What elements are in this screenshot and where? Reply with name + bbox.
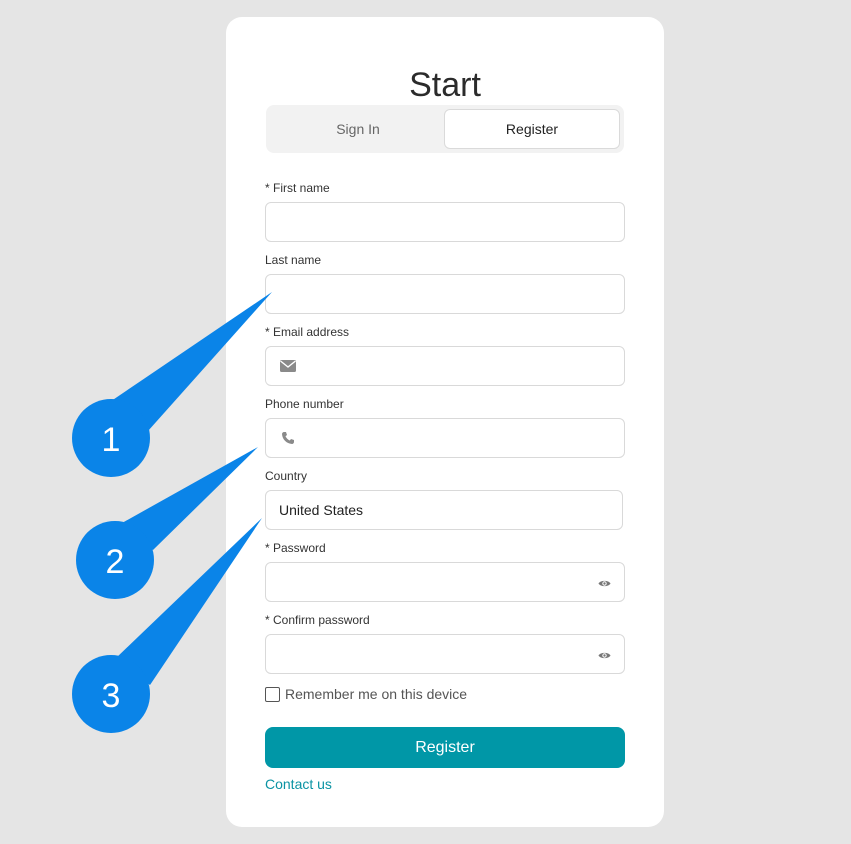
country-select[interactable]: United States (265, 490, 623, 530)
annotation-number-1: 1 (102, 421, 121, 459)
contact-us-link[interactable]: Contact us (265, 776, 332, 792)
country-label: Country (265, 469, 308, 483)
first-name-label: * First name (265, 181, 330, 195)
remember-me-row: Remember me on this device (265, 686, 467, 702)
annotation-number-3: 3 (102, 677, 121, 715)
register-card: Start Sign In Register * First name Last… (226, 17, 664, 827)
eye-icon[interactable] (596, 647, 612, 663)
first-name-field[interactable] (265, 202, 625, 242)
password-field[interactable] (265, 562, 625, 602)
email-field[interactable] (265, 346, 625, 386)
auth-tabs: Sign In Register (266, 105, 624, 153)
phone-field[interactable] (265, 418, 625, 458)
remember-me-label[interactable]: Remember me on this device (285, 686, 467, 702)
email-label: * Email address (265, 325, 350, 339)
country-value: United States (279, 502, 364, 518)
register-button[interactable]: Register (265, 727, 625, 768)
tab-sign-in[interactable]: Sign In (270, 109, 446, 149)
remember-me-checkbox[interactable] (265, 686, 280, 702)
confirm-password-label: * Confirm password (265, 613, 370, 627)
tab-register[interactable]: Register (444, 109, 620, 149)
eye-icon[interactable] (596, 575, 612, 591)
phone-icon (280, 430, 296, 446)
phone-label: Phone number (265, 397, 344, 411)
envelope-icon (280, 358, 296, 374)
password-label: * Password (265, 541, 326, 555)
confirm-password-field[interactable] (265, 634, 625, 674)
page-title: Start (409, 66, 481, 104)
annotation-number-2: 2 (106, 543, 125, 581)
last-name-field[interactable] (265, 274, 625, 314)
last-name-label: Last name (265, 253, 322, 267)
